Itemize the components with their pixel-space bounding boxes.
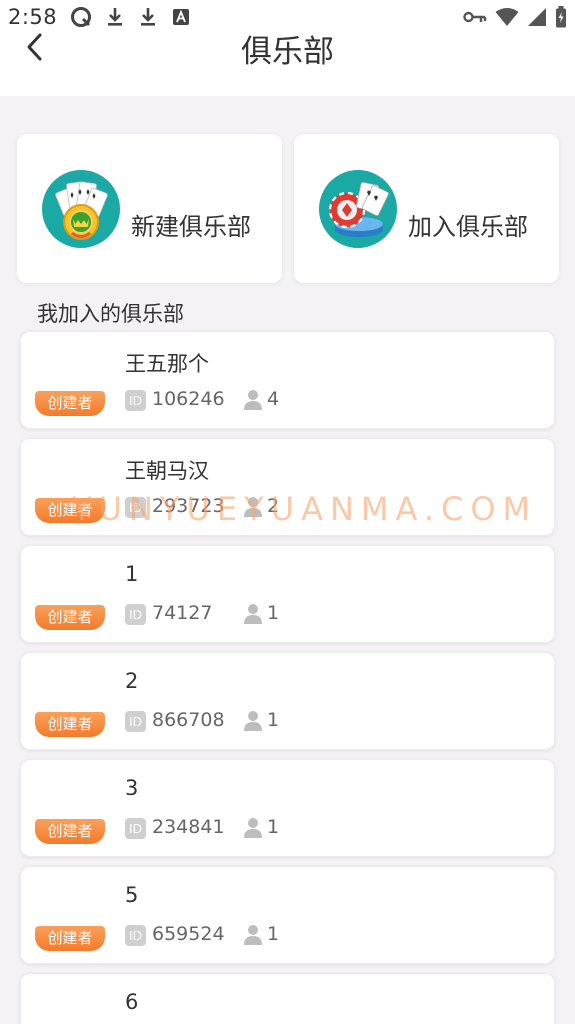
notification-icons [70,6,191,28]
club-name: 1 [125,562,139,586]
club-card[interactable]: 创建者 1 ID 74127 1 [20,545,555,643]
creator-badge: 创建者 [35,926,105,951]
download-icon [108,8,122,26]
creator-badge: 创建者 [35,712,105,737]
download-icon-2 [141,8,155,26]
join-club-icon [319,170,397,248]
person-icon [244,711,262,731]
person-icon [244,390,262,410]
person-icon [244,604,262,624]
vpn-key-icon [463,11,487,23]
club-card[interactable]: 创建者 2 ID 866708 1 [20,652,555,750]
create-club-icon [42,170,120,248]
club-name: 2 [125,669,139,693]
club-id: 234841 [152,816,225,838]
q-app-icon [71,7,91,27]
creator-badge: 创建者 [35,819,105,844]
battery-icon [556,6,566,28]
club-name: 5 [125,883,139,907]
club-name: 3 [125,776,139,800]
club-card[interactable]: 创建者 3 ID 234841 1 [20,759,555,857]
signal-icon [528,8,546,26]
join-club-label: 加入俱乐部 [408,213,528,241]
my-clubs-section-title: 我加入的俱乐部 [37,302,184,326]
join-club-button[interactable]: 加入俱乐部 [294,134,559,283]
id-icon: ID [125,604,146,625]
member-count: 1 [267,923,280,945]
font-app-icon [173,9,189,25]
creator-badge: 创建者 [35,391,105,416]
club-card[interactable]: 创建者 王五那个 ID 106246 4 [20,331,555,429]
member-count: 4 [267,388,280,410]
app-header: 2:58 俱乐部 [0,0,575,96]
create-club-label: 新建俱乐部 [131,213,251,241]
creator-badge: 创建者 [35,605,105,630]
club-card[interactable]: 创建者 王朝马汉 ID 293723 2 [20,438,555,536]
club-id: 293723 [152,495,225,517]
club-name: 王朝马汉 [125,459,209,483]
member-count: 2 [267,495,280,517]
create-club-button[interactable]: 新建俱乐部 [17,134,282,283]
page-title: 俱乐部 [241,34,334,70]
member-count: 1 [267,816,280,838]
member-count: 1 [267,602,280,624]
club-id: 106246 [152,388,225,410]
wifi-icon [495,8,519,26]
club-card[interactable]: 6 [20,973,555,1024]
club-name: 6 [125,990,139,1014]
id-icon: ID [125,925,146,946]
id-icon: ID [125,390,146,411]
system-icons [463,6,567,28]
creator-badge: 创建者 [35,498,105,523]
club-card[interactable]: 创建者 5 ID 659524 1 [20,866,555,964]
club-id: 866708 [152,709,225,731]
club-id: 659524 [152,923,225,945]
member-count: 1 [267,709,280,731]
person-icon [244,497,262,517]
club-id: 74127 [152,602,213,624]
club-name: 王五那个 [125,352,209,376]
id-icon: ID [125,711,146,732]
id-icon: ID [125,497,146,518]
person-icon [244,925,262,945]
person-icon [244,818,262,838]
id-icon: ID [125,818,146,839]
